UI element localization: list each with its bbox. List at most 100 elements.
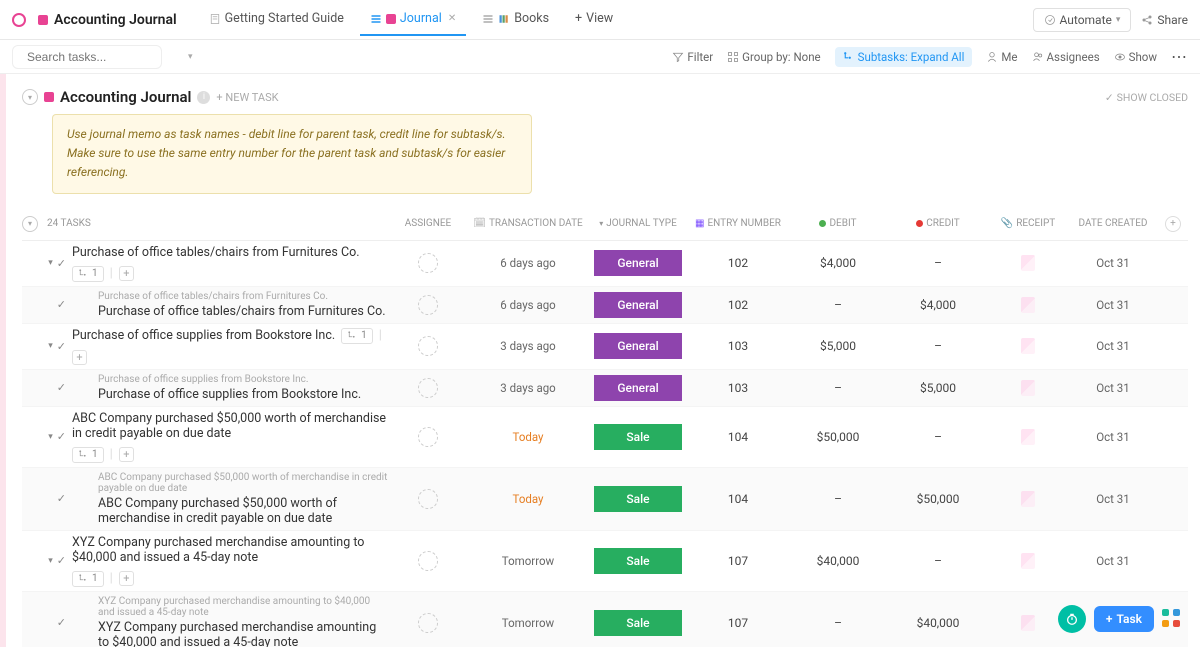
tab-books[interactable]: Books [472,3,559,36]
assignee-placeholder[interactable] [418,378,438,398]
automate-button[interactable]: Automate ▾ [1033,8,1132,32]
add-subtask-button[interactable]: + [72,350,87,365]
transaction-date-cell[interactable]: 3 days ago [468,381,588,395]
debit-cell[interactable]: $50,000 [788,430,888,444]
transaction-date-cell[interactable]: 3 days ago [468,339,588,353]
transaction-date-cell[interactable]: 6 days ago [468,256,588,270]
credit-cell[interactable]: $5,000 [888,381,988,395]
show-closed-button[interactable]: ✓ SHOW CLOSED [1105,91,1188,104]
add-subtask-button[interactable]: + [119,571,134,586]
status-check-icon[interactable]: ✓ [57,616,66,629]
status-check-icon[interactable]: ✓ [57,554,66,567]
add-subtask-button[interactable]: + [119,266,134,281]
expand-toggle[interactable]: ▾ [48,258,53,268]
new-task-button[interactable]: + NEW TASK [216,91,278,104]
entry-number-cell[interactable]: 102 [688,256,788,270]
subtasks-button[interactable]: Subtasks: Expand All [835,47,973,67]
journal-type-tag[interactable]: Sale [594,548,682,574]
status-check-icon[interactable]: ✓ [57,257,66,270]
debit-cell[interactable]: – [788,298,888,312]
assignee-placeholder[interactable] [418,253,438,273]
journal-type-tag[interactable]: Sale [594,424,682,450]
status-check-icon[interactable]: ✓ [57,381,66,394]
transaction-date-cell[interactable]: 6 days ago [468,298,588,312]
debit-cell[interactable]: – [788,381,888,395]
col-entry-number[interactable]: ▦ENTRY NUMBER [688,218,788,229]
more-menu-button[interactable]: ⋯ [1171,47,1188,66]
task-row[interactable]: ▾✓ABC Company purchased $50,000 worth of… [22,407,1188,468]
entry-number-cell[interactable]: 103 [688,381,788,395]
task-name[interactable]: Purchase of office supplies from Booksto… [72,328,335,343]
subtask-count-badge[interactable]: 1 [72,447,104,463]
credit-cell[interactable]: $4,000 [888,298,988,312]
subtask-row[interactable]: ✓Purchase of office tables/chairs from F… [22,287,1188,324]
entry-number-cell[interactable]: 103 [688,339,788,353]
col-receipt[interactable]: 📎RECEIPT [988,218,1068,229]
receipt-attachment-icon[interactable] [1021,255,1035,271]
expand-toggle[interactable]: ▾ [48,556,53,566]
assignee-placeholder[interactable] [418,613,438,633]
receipt-attachment-icon[interactable] [1021,491,1035,507]
assignee-placeholder[interactable] [418,336,438,356]
assignee-placeholder[interactable] [418,551,438,571]
subtask-row[interactable]: ✓ABC Company purchased $50,000 worth of … [22,468,1188,531]
col-debit[interactable]: DEBIT [788,218,888,229]
tab-getting-started[interactable]: Getting Started Guide [199,3,354,36]
col-transaction-date[interactable]: 🗓TRANSACTION DATE [468,218,588,229]
debit-cell[interactable]: – [788,492,888,506]
subtask-row[interactable]: ✓ Purchase of office supplies from Bookst… [22,370,1188,407]
task-name[interactable]: XYZ Company purchased merchandise amount… [72,535,388,565]
task-name[interactable]: XYZ Company purchased merchandise amount… [98,620,388,647]
assignee-placeholder[interactable] [418,489,438,509]
entry-number-cell[interactable]: 107 [688,616,788,630]
status-check-icon[interactable]: ✓ [57,430,66,443]
add-view-button[interactable]: + View [565,3,623,36]
debit-cell[interactable]: $4,000 [788,256,888,270]
col-date-created[interactable]: DATE CREATED [1068,218,1158,229]
entry-number-cell[interactable]: 102 [688,298,788,312]
receipt-attachment-icon[interactable] [1021,553,1035,569]
status-check-icon[interactable]: ✓ [57,298,66,311]
record-button[interactable] [1058,605,1086,633]
credit-cell[interactable]: – [888,339,988,353]
entry-number-cell[interactable]: 104 [688,430,788,444]
collapse-toggle[interactable]: ▾ [22,89,38,105]
assignee-placeholder[interactable] [418,427,438,447]
status-check-icon[interactable]: ✓ [57,340,66,353]
transaction-date-cell[interactable]: Tomorrow [468,616,588,630]
task-row[interactable]: ▾✓Purchase of office tables/chairs from … [22,241,1188,287]
journal-type-tag[interactable]: Sale [594,486,682,512]
add-column-button[interactable]: + [1165,216,1181,232]
status-check-icon[interactable]: ✓ [57,492,66,505]
new-task-fab[interactable]: + Task [1094,606,1154,632]
journal-type-tag[interactable]: General [594,250,682,276]
transaction-date-cell[interactable]: Today [468,492,588,506]
receipt-attachment-icon[interactable] [1021,429,1035,445]
add-subtask-button[interactable]: + [119,447,134,462]
filter-button[interactable]: Filter [672,50,713,64]
entry-number-cell[interactable]: 107 [688,554,788,568]
credit-cell[interactable]: – [888,256,988,270]
receipt-attachment-icon[interactable] [1021,380,1035,396]
entry-number-cell[interactable]: 104 [688,492,788,506]
expand-toggle[interactable]: ▾ [48,432,53,442]
task-row[interactable]: ▾ ✓ XYZ Company purchased merchandise amou… [22,531,1188,592]
chevron-down-icon[interactable]: ▾ [188,52,193,62]
share-button[interactable]: Share [1141,13,1188,27]
journal-type-tag[interactable]: General [594,333,682,359]
transaction-date-cell[interactable]: Tomorrow [468,554,588,568]
transaction-date-cell[interactable]: Today [468,430,588,444]
task-name[interactable]: Purchase of office supplies from Booksto… [98,387,361,402]
receipt-attachment-icon[interactable] [1021,615,1035,631]
subtask-count-badge[interactable]: 1 [341,328,373,344]
credit-cell[interactable]: – [888,430,988,444]
col-credit[interactable]: CREDIT [888,218,988,229]
me-button[interactable]: Me [986,50,1017,64]
show-button[interactable]: Show [1114,50,1157,64]
group-by-button[interactable]: Group by: None [727,50,821,64]
credit-cell[interactable]: $40,000 [888,616,988,630]
debit-cell[interactable]: – [788,616,888,630]
col-assignee[interactable]: ASSIGNEE [388,218,468,229]
debit-cell[interactable]: $5,000 [788,339,888,353]
info-icon[interactable]: i [197,91,210,104]
